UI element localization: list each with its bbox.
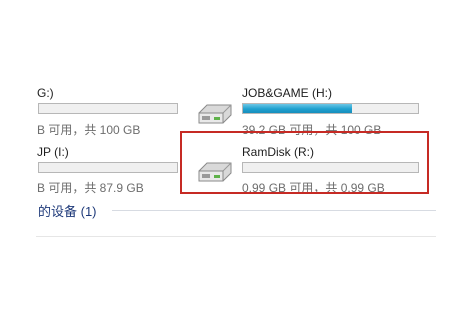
drive-i-usage-bar bbox=[38, 162, 178, 173]
drive-g-space: B 可用，共 100 GB bbox=[37, 123, 141, 137]
section-title[interactable]: 的设备 (1) bbox=[38, 201, 97, 220]
highlight-box bbox=[180, 131, 429, 194]
drive-i-name[interactable]: JP (I:) bbox=[37, 145, 69, 159]
section-divider bbox=[112, 210, 436, 211]
drive-i-space: B 可用，共 87.9 GB bbox=[37, 181, 144, 195]
drive-g-usage-bar bbox=[38, 103, 178, 114]
drive-h-name[interactable]: JOB&GAME (H:) bbox=[242, 86, 332, 100]
hard-drive-icon[interactable] bbox=[193, 101, 235, 133]
drive-g-name[interactable]: G:) bbox=[37, 86, 54, 100]
drive-h-usage-bar bbox=[242, 103, 419, 114]
drive-h-usage-fill bbox=[243, 104, 352, 113]
